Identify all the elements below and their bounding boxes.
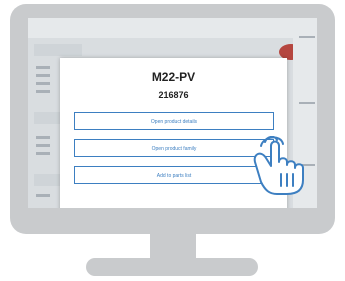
background-row bbox=[36, 194, 50, 197]
product-code: 216876 bbox=[158, 90, 189, 100]
background-row bbox=[36, 152, 50, 155]
monitor-stand-neck bbox=[150, 234, 196, 260]
background-row bbox=[36, 136, 50, 139]
background-label bbox=[34, 44, 82, 56]
background-row bbox=[36, 74, 50, 77]
background-row bbox=[36, 82, 50, 85]
background-row bbox=[299, 102, 315, 104]
background-row bbox=[36, 90, 50, 93]
background-header bbox=[28, 18, 317, 38]
monitor-frame: M22-PV 216876 Open product details Open … bbox=[10, 4, 335, 234]
background-row bbox=[36, 144, 50, 147]
monitor-stand-base bbox=[86, 258, 258, 276]
background-row bbox=[36, 66, 50, 69]
product-name: M22-PV bbox=[151, 70, 196, 84]
background-row bbox=[299, 36, 315, 38]
open-product-details-button[interactable]: Open product details bbox=[74, 112, 274, 130]
pointing-hand-icon bbox=[253, 136, 304, 195]
